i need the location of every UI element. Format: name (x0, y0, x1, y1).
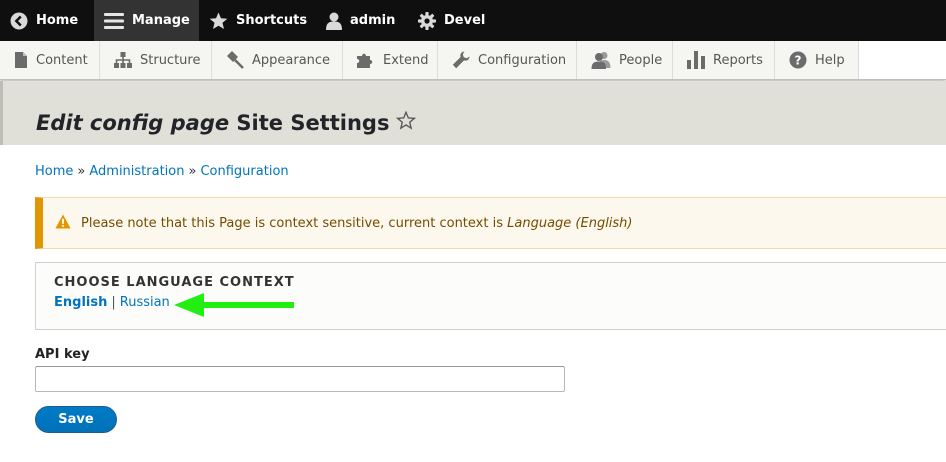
toolbar-shortcuts[interactable]: Shortcuts (199, 0, 316, 41)
tray-item-reports-label: Reports (713, 52, 763, 68)
file-icon (14, 52, 28, 68)
people-icon (591, 51, 611, 69)
tray-item-configuration[interactable]: Configuration (438, 41, 577, 79)
manage-tray: Content Structure Appearance Extend Conf… (0, 41, 946, 80)
puzzle-icon (357, 51, 375, 69)
home-icon (10, 12, 28, 30)
tray-item-structure-label: Structure (140, 52, 201, 68)
star-icon (209, 11, 228, 30)
context-warning-message: Please note that this Page is context se… (35, 197, 946, 249)
warning-context: Language (English) (507, 215, 633, 231)
warning-text-main: Please note that this Page is context se… (81, 215, 503, 231)
api-key-input[interactable] (35, 366, 565, 392)
warning-text: Please note that this Page is context se… (81, 216, 633, 231)
api-key-label: API key (35, 347, 90, 362)
page-title-prefix: Edit config page (36, 111, 230, 135)
shortcut-star-icon[interactable] (396, 110, 417, 135)
wrench-icon (452, 51, 470, 69)
toolbar-home-label: Home (36, 13, 79, 28)
tray-item-appearance[interactable]: Appearance (212, 41, 343, 79)
tray-item-people-label: People (619, 52, 663, 68)
save-button[interactable]: Save (35, 406, 117, 433)
tray-item-help-label: Help (815, 52, 845, 68)
svg-text:?: ? (795, 53, 802, 67)
tray-item-appearance-label: Appearance (252, 52, 331, 68)
main-content: Home» Administration» Configuration Please… (0, 145, 946, 462)
language-context-links: English | Russian (54, 295, 170, 310)
page-header: Edit config page Site Settings (0, 81, 946, 145)
toolbar-admin-label: admin (350, 13, 396, 28)
breadcrumb: Home» Administration» Configuration (35, 164, 289, 179)
hamburger-menu-icon (104, 12, 124, 30)
tray-item-extend[interactable]: Extend (343, 41, 438, 79)
gear-icon (418, 11, 436, 30)
bar-chart-icon (687, 51, 705, 69)
tray-item-help[interactable]: ? Help (775, 41, 859, 79)
tray-filler (859, 41, 946, 79)
language-link-english[interactable]: English (54, 295, 107, 310)
tray-item-structure[interactable]: Structure (100, 41, 212, 79)
tray-item-people[interactable]: People (577, 41, 673, 79)
toolbar-admin[interactable]: admin (316, 0, 408, 41)
toolbar-manage[interactable]: Manage (94, 0, 199, 41)
toolbar-shortcuts-label: Shortcuts (236, 13, 308, 28)
page-title: Edit config page Site Settings (36, 110, 417, 135)
toolbar-devel-label: Devel (444, 13, 486, 28)
breadcrumb-separator: » (188, 164, 197, 179)
page-title-name: Site Settings (236, 111, 390, 135)
language-link-russian[interactable]: Russian (120, 295, 170, 310)
breadcrumb-separator: » (77, 164, 86, 179)
user-icon (326, 12, 342, 30)
breadcrumb-home[interactable]: Home (35, 164, 73, 179)
tray-item-configuration-label: Configuration (478, 52, 567, 68)
breadcrumb-configuration[interactable]: Configuration (200, 164, 288, 179)
language-separator: | (111, 295, 116, 310)
tray-item-content[interactable]: Content (0, 41, 100, 79)
toolbar-home[interactable]: Home (0, 0, 94, 41)
toolbar-devel[interactable]: Devel (408, 0, 498, 41)
warning-icon (55, 214, 71, 233)
paintbrush-icon (226, 51, 244, 69)
breadcrumb-administration[interactable]: Administration (89, 164, 184, 179)
language-context-title: Choose language context (54, 275, 295, 290)
annotation-arrow (174, 293, 294, 317)
tray-item-content-label: Content (36, 52, 88, 68)
tray-item-reports[interactable]: Reports (673, 41, 775, 79)
admin-toolbar: Home Manage Shortcuts admin Devel (0, 0, 946, 41)
tray-item-extend-label: Extend (383, 52, 429, 68)
help-icon: ? (789, 51, 807, 69)
sitemap-icon (114, 52, 132, 68)
toolbar-manage-label: Manage (132, 13, 190, 28)
